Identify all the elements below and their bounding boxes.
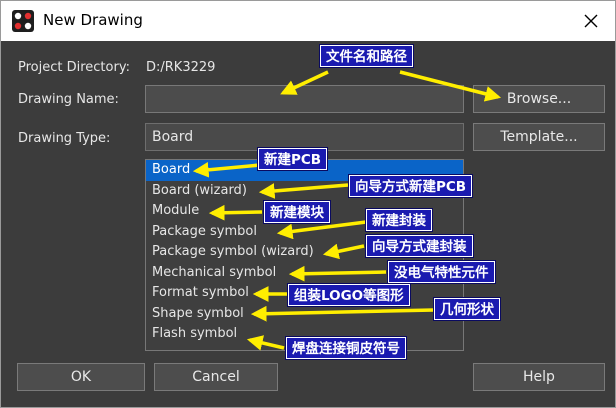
callout-format: 组装LOGO等图形 [288,284,410,306]
close-icon [584,14,598,28]
drawing-type-field[interactable]: Board [145,123,464,151]
cancel-button[interactable]: Cancel [154,363,278,391]
drawing-type-label: Drawing Type: [18,131,111,146]
close-button[interactable] [577,7,605,35]
callout-mechanical: 没电气特性元件 [388,261,495,283]
title-bar: New Drawing [1,1,615,41]
callout-shape: 几何形状 [434,298,500,320]
callout-package: 新建封装 [366,209,432,231]
callout-package-wizard: 向导方式建封装 [366,235,473,257]
app-logo-icon [12,10,34,32]
callout-board: 新建PCB [258,148,328,170]
project-directory-value: D:/RK3229 [146,60,216,75]
callout-flash: 焊盘连接铜皮符号 [286,337,406,359]
callout-module: 新建模块 [264,201,330,223]
window-title: New Drawing [43,11,143,29]
ok-button[interactable]: OK [17,363,145,391]
callout-file-path: 文件名和路径 [320,45,413,67]
drawing-name-input[interactable] [145,85,464,113]
drawing-name-label: Drawing Name: [18,92,119,107]
callout-board-wizard: 向导方式新建PCB [349,175,473,197]
project-directory-label: Project Directory: [18,60,130,75]
template-button[interactable]: Template... [473,123,605,151]
browse-button[interactable]: Browse... [473,85,605,113]
help-button[interactable]: Help [473,363,605,391]
